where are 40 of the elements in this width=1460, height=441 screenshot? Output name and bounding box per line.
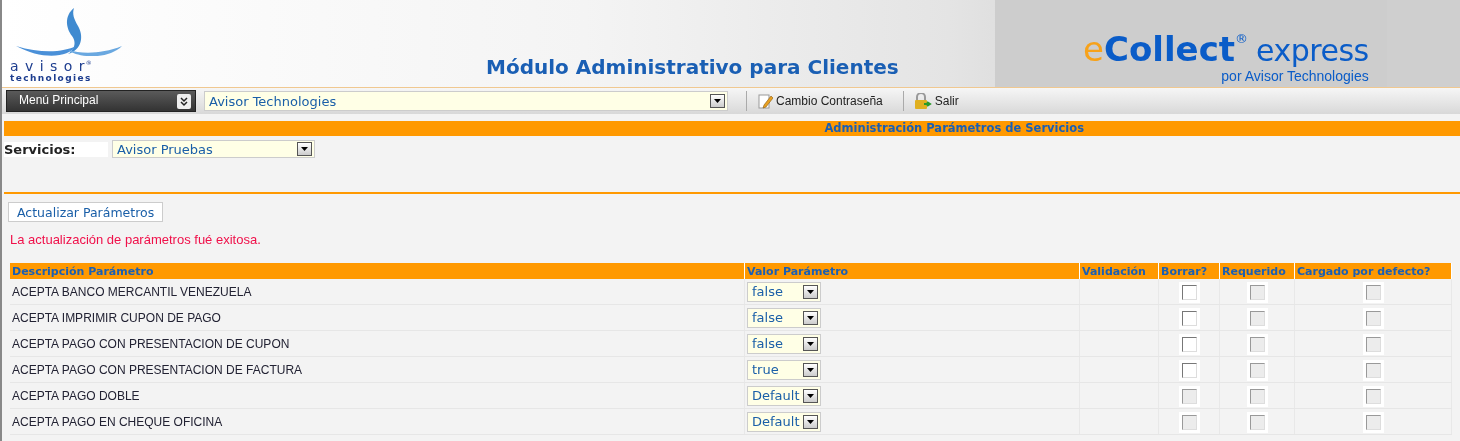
value-select[interactable]: Default [747,385,821,406]
change-password-link[interactable]: Cambio Contraseña [755,93,885,109]
ecollect-tagline: por Avisor Technologies [1221,68,1369,84]
avisor-logo-text: a v i s o r$^{®}$ [10,57,93,73]
table-cell: ACEPTA PAGO EN CHEQUE OFICINA [10,408,745,435]
ecollect-logo-suffix: express [1256,34,1369,68]
value-select[interactable]: Default [747,411,821,432]
table-cell: ACEPTA PAGO CON PRESENTACION DE FACTURA [10,356,745,383]
column-header: Borrar? [1158,263,1220,279]
ecollect-logo: eCollect$^{®}$ [1083,28,1249,67]
value-select[interactable]: false [747,281,821,302]
checkbox[interactable] [1181,285,1197,300]
value-select[interactable]: false [747,333,821,354]
checkbox[interactable] [1181,337,1197,352]
checkbox[interactable] [1181,363,1197,378]
table-cell: ACEPTA PAGO CON PRESENTACION DE CUPON [10,330,745,357]
value-select[interactable]: true [747,359,821,380]
success-message: La actualización de parámetros fué exitosa. [10,232,262,247]
column-header: Validación [1079,263,1159,279]
column-header: Valor Parámetro [744,263,1080,279]
value-select[interactable]: false [747,307,821,328]
table-cell: ACEPTA PAGO DOBLE [10,382,745,409]
column-header: Cargado por defecto? [1294,263,1452,279]
update-parameters-button[interactable]: Actualizar Parámetros [8,202,164,222]
double-chevron-icon [177,94,191,109]
services-select[interactable]: Avisor Pruebas [112,140,315,158]
table-cell: ACEPTA BANCO MERCANTIL VENEZUELA [10,279,745,305]
padlock-arrow-icon [913,93,932,109]
services-label: Servicios: [4,141,108,157]
table-cell: ACEPTA IMPRIMIR CUPON DE PAGO [10,304,745,331]
avisor-logo-subtitle: technologies [10,73,92,83]
logout-link[interactable]: Salir [911,93,961,109]
pencil-note-icon [757,93,773,109]
column-header: Descripción Parámetro [10,263,745,279]
page-title: Módulo Administrativo para Clientes [486,55,899,79]
section-title: Administración Parámetros de Servicios [824,121,1084,136]
checkbox[interactable] [1181,311,1197,326]
main-menu-button[interactable]: Menú Principal [6,90,196,112]
column-header: Requerido [1219,263,1295,279]
client-select[interactable]: Avisor Technologies [204,91,728,111]
